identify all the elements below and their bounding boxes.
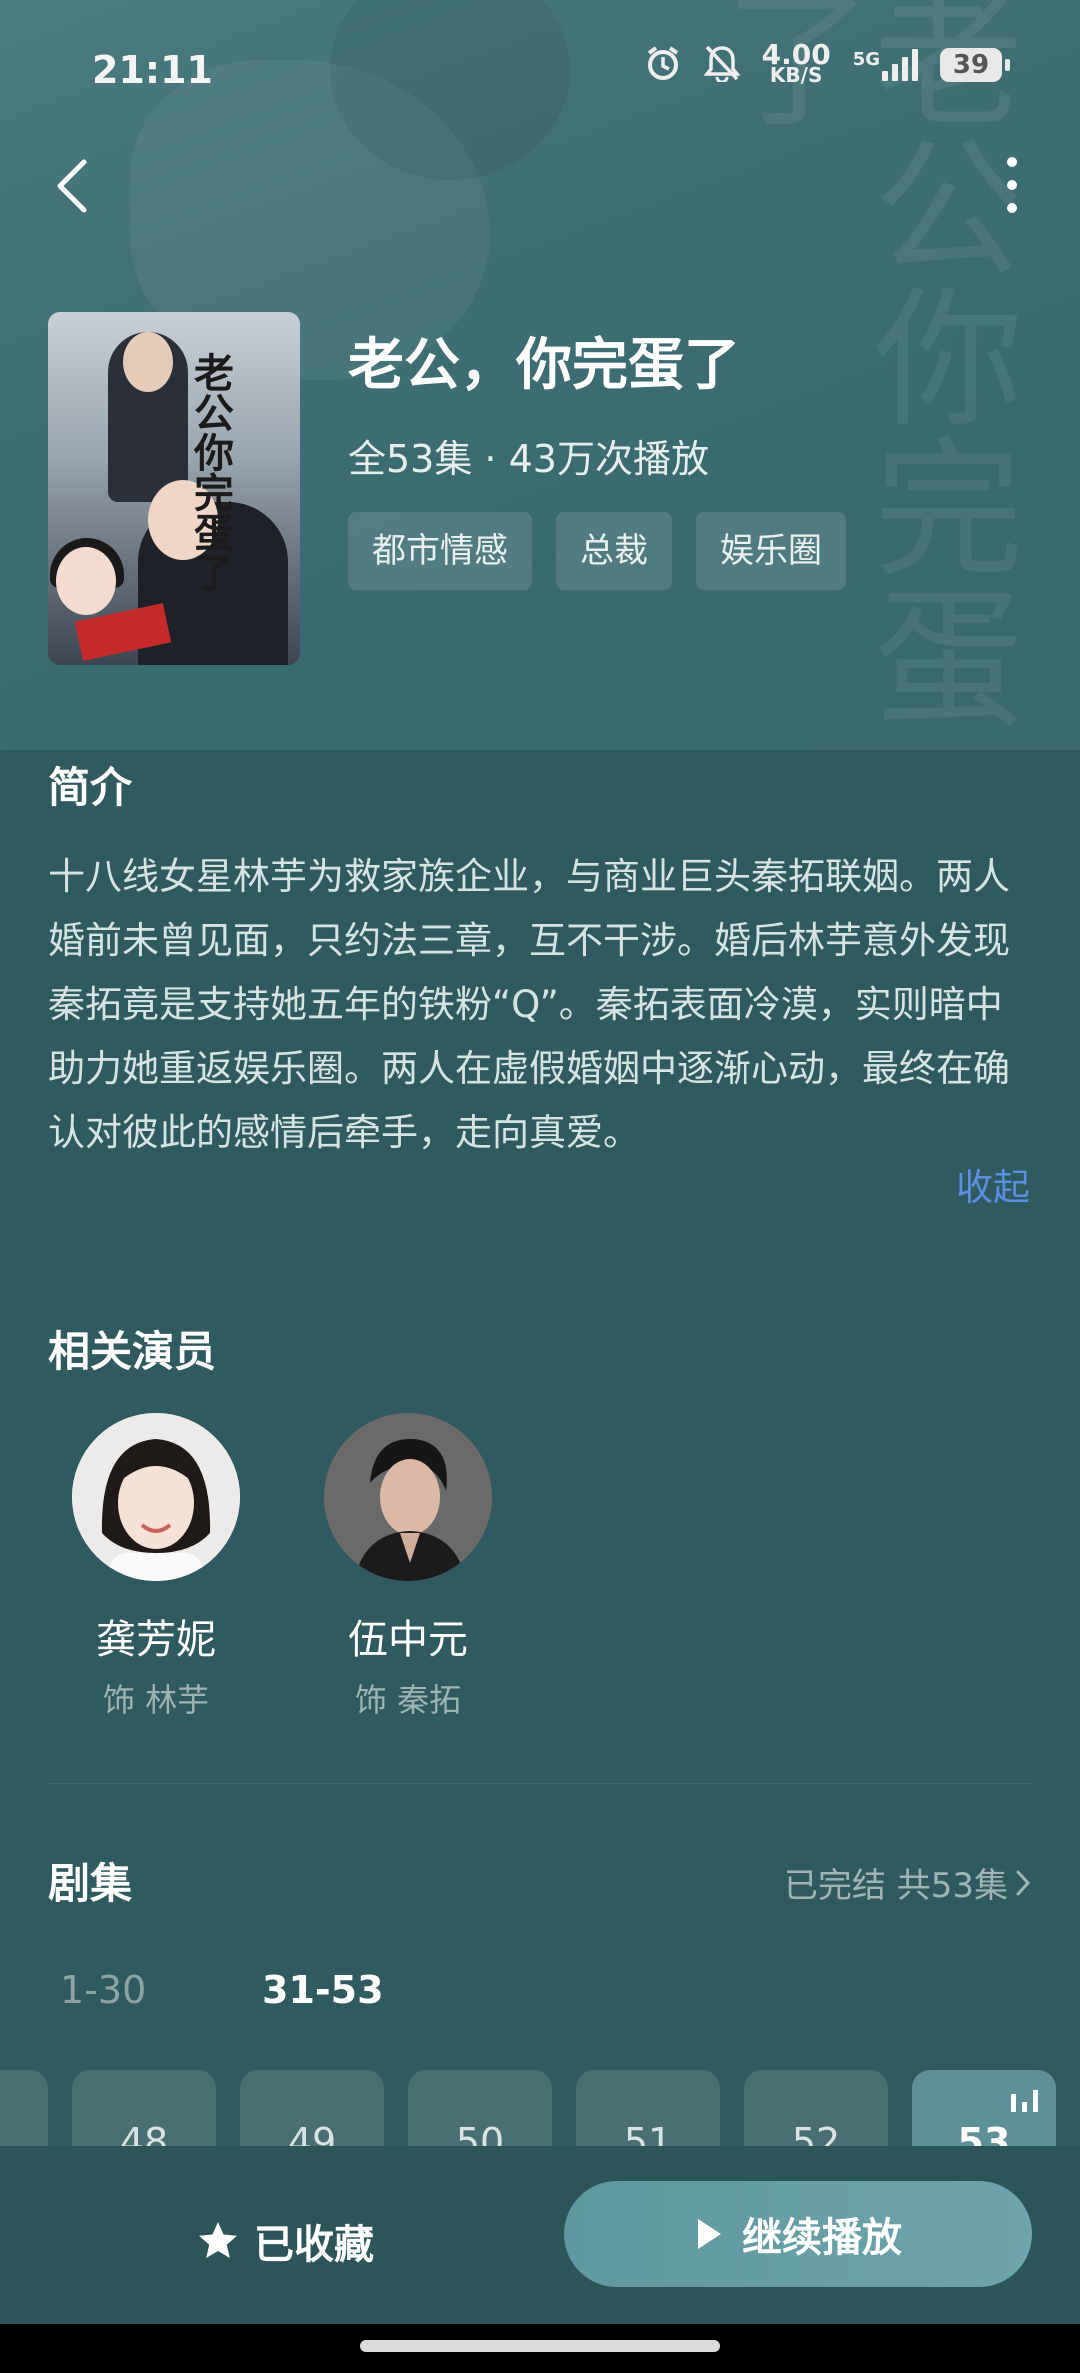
episode-number: 53 [957,2120,1011,2146]
cast-heading: 相关演员 [48,1327,217,1376]
poster-figure [56,547,116,615]
episode-item[interactable]: 52 [744,2070,888,2146]
signal-icon [882,49,918,81]
range-tab-31-53[interactable]: 31-53 [262,1968,384,2012]
episodes-status-link[interactable]: 已完结 共53集 [784,1858,1032,1907]
actor-name: 伍中元 [348,1617,468,1663]
chevron-right-icon [1016,1870,1031,1895]
system-nav-bar [0,2324,1080,2373]
drama-poster[interactable]: 老公你完蛋了 [48,312,300,665]
actor-role: 饰 林芋 [102,1681,210,1719]
intro-heading: 简介 [48,763,133,812]
episode-item-current[interactable]: 53 [912,2070,1056,2146]
actor-name: 龚芳妮 [96,1617,216,1663]
drama-title: 老公，你完蛋了 [348,333,740,398]
episodes-status: 已完结 共53集 [783,1866,1008,1906]
range-tab-1-30[interactable]: 1-30 [60,1968,146,2012]
actor-avatar-image [324,1413,492,1581]
bottom-action-bar: 已收藏 继续播放 [0,2146,1080,2324]
signal-5g: 5G [853,49,918,81]
episode-item[interactable] [0,2070,48,2146]
continue-play-label: 继续播放 [742,2215,902,2261]
actor-avatar-image [72,1413,240,1581]
genre-tags: 都市情感 总裁 娱乐圈 [348,512,846,590]
more-options-button[interactable] [992,150,1032,220]
status-bar: 21:11 4.00 KB/S 5G 39 [0,0,1080,140]
section-divider [48,1783,1032,1784]
network-type: 5G [852,49,880,70]
status-icons: 4.00 KB/S 5G 39 [644,38,1010,87]
star-icon [199,2222,237,2258]
episodes-heading: 剧集 [48,1859,133,1908]
status-time: 21:11 [92,48,213,92]
episode-item[interactable]: 51 [576,2070,720,2146]
network-speed: 4.00 KB/S [761,38,831,87]
more-vertical-icon [1007,157,1017,213]
network-speed-unit: KB/S [769,63,823,87]
home-indicator[interactable] [360,2340,720,2352]
mute-bell-icon [702,44,741,86]
collapse-button[interactable]: 收起 [956,1157,1030,1211]
drama-meta: 全53集 · 43万次播放 [348,437,709,481]
continue-play-button[interactable]: 继续播放 [564,2181,1032,2287]
genre-tag[interactable]: 总裁 [556,512,672,590]
poster-title: 老公你完蛋了 [187,352,234,592]
episode-item[interactable]: 48 [72,2070,216,2146]
play-icon [698,2219,721,2249]
genre-tag[interactable]: 都市情感 [348,512,532,590]
now-playing-icon [1011,2090,1038,2112]
network-speed-value: 4.00 [761,38,831,71]
alarm-icon [644,44,682,86]
episode-item[interactable]: 49 [240,2070,384,2146]
chevron-left-icon [57,159,87,213]
avatar [72,1413,240,1581]
avatar [324,1413,492,1581]
favorite-label: 已收藏 [254,2222,374,2268]
intro-text: 十八线女星林芋为救家族企业，与商业巨头秦拓联姻。两人婚前未曾见面，只约法三章，互… [48,855,1010,1154]
actor-card[interactable]: 伍中元 饰 秦拓 [323,1413,493,1721]
back-button[interactable] [52,150,112,220]
actor-card[interactable]: 龚芳妮 饰 林芋 [71,1413,241,1721]
battery-icon: 39 [940,48,1010,82]
episode-item[interactable]: 50 [408,2070,552,2146]
favorite-button[interactable]: 已收藏 [196,2212,374,2270]
genre-tag[interactable]: 娱乐圈 [696,512,846,590]
poster-figure [123,332,173,392]
episode-list: 48 49 50 51 52 53 [0,2070,1080,2146]
actor-role: 饰 秦拓 [354,1681,462,1719]
